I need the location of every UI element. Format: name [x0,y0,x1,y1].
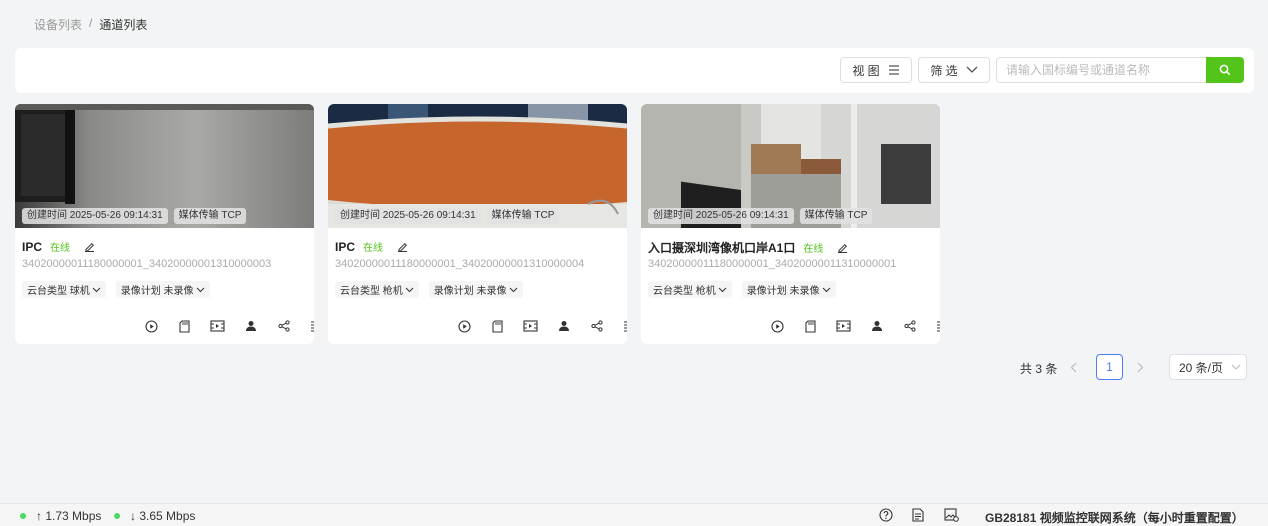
card-actions [761,318,940,334]
prev-page-button[interactable] [1070,362,1077,376]
chevron-left-icon [1070,362,1077,373]
list-icon [888,65,899,75]
user-icon[interactable] [234,318,267,334]
channel-name: IPC [22,239,43,254]
media-transport-tag: 媒体传输 TCP [173,208,247,224]
chevron-down-icon [92,287,101,292]
media-transport-tag: 媒体传输 TCP [799,208,873,224]
channel-card[interactable]: 创建时间 2025-05-26 09:14:31 媒体传输 TCP IPC 在线… [328,104,627,344]
breadcrumb-device-list[interactable]: 设备列表 [34,16,82,33]
chevron-down-icon [966,66,978,73]
chevron-down-icon [196,287,204,292]
created-time-tag: 创建时间 2025-05-26 09:14:31 [335,208,481,224]
record-plan-select[interactable]: 录像计划 未录像 [115,281,210,298]
channel-id: 34020000011180000001_3402000001131000000… [648,258,897,270]
video-record-icon[interactable] [514,318,547,334]
created-time-tag: 创建时间 2025-05-26 09:14:31 [22,208,168,224]
record-plan-label: 录像计划 未录像 [120,286,194,297]
help-icon[interactable] [879,508,893,525]
ptz-type-select[interactable]: 云台类型 枪机 [335,281,419,298]
record-plan-select[interactable]: 录像计划 未录像 [428,281,523,298]
breadcrumb-channel-list: 通道列表 [99,18,148,32]
channel-name: 入口摄深圳湾像机口岸A1口 [648,241,796,255]
sd-card-icon[interactable] [168,318,201,334]
share-icon[interactable] [580,318,613,334]
chevron-down-icon [1231,364,1241,370]
breadcrumb-separator: / [89,16,93,30]
details-icon[interactable] [613,318,627,334]
page-button-1[interactable]: 1 [1096,354,1123,380]
channel-name: IPC [335,239,356,254]
record-plan-label: 录像计划 未录像 [433,286,507,297]
breadcrumb: 设备列表 / 通道列表 [34,16,147,33]
toolbar: 视 图 筛 选 [15,48,1254,93]
user-icon[interactable] [860,318,893,334]
ptz-type-label: 云台类型 枪机 [653,286,716,297]
status-badge: 在线 [363,243,384,254]
channel-id: 34020000011180000001_3402000000131000000… [335,258,585,270]
upload-rate-text: ↑ 1.73 Mbps [36,509,102,523]
play-icon[interactable] [448,318,481,334]
channel-snapshot[interactable]: 创建时间 2025-05-26 09:14:31 媒体传输 TCP [328,104,627,228]
chevron-down-icon [509,287,517,292]
page-size-select[interactable]: 20 条/页 [1169,354,1247,380]
channel-id: 34020000011180000001_3402000000131000000… [22,258,272,270]
sd-card-icon[interactable] [481,318,514,334]
video-record-icon[interactable] [201,318,234,334]
ptz-type-label: 云台类型 球机 [27,286,90,297]
channel-card[interactable]: 创建时间 2025-05-26 09:14:31 媒体传输 TCP IPC 在线… [15,104,314,344]
play-icon[interactable] [761,318,794,334]
view-label: 视 图 [852,63,880,78]
card-actions [135,318,314,334]
chevron-down-icon [718,287,727,292]
play-icon[interactable] [135,318,168,334]
ptz-type-label: 云台类型 枪机 [340,286,403,297]
card-actions [448,318,627,334]
status-bar: ↑ 1.73 Mbps ↓ 3.65 Mbps GB28181 视频监控联网系统… [0,503,1268,526]
download-rate-text: ↓ 3.65 Mbps [130,509,196,523]
status-badge: 在线 [50,243,71,254]
edit-icon[interactable] [84,241,95,252]
filter-label: 筛 选 [930,63,958,78]
channel-card[interactable]: 创建时间 2025-05-26 09:14:31 媒体传输 TCP 入口摄深圳湾… [641,104,940,344]
channel-snapshot[interactable]: 创建时间 2025-05-26 09:14:31 媒体传输 TCP [15,104,314,228]
media-transport-tag: 媒体传输 TCP [486,208,560,224]
ptz-type-select[interactable]: 云台类型 枪机 [648,281,732,298]
status-dot [20,513,26,519]
created-time-tag: 创建时间 2025-05-26 09:14:31 [648,208,794,224]
search-button[interactable] [1206,57,1244,83]
details-icon[interactable] [300,318,314,334]
image-settings-icon[interactable] [944,508,959,525]
page-size-label: 20 条/页 [1179,360,1224,375]
search-icon [1219,64,1231,76]
edit-icon[interactable] [837,242,848,253]
edit-icon[interactable] [397,241,408,252]
chevron-right-icon [1137,362,1144,373]
record-plan-select[interactable]: 录像计划 未录像 [741,281,836,298]
share-icon[interactable] [267,318,300,334]
search-input[interactable] [996,57,1206,83]
filter-button[interactable]: 筛 选 [918,57,990,83]
document-icon[interactable] [912,508,924,525]
status-badge: 在线 [803,244,824,255]
pagination-total: 共 3 条 [1020,362,1058,376]
status-dot [114,513,120,519]
user-icon[interactable] [547,318,580,334]
download-rate: ↓ 3.65 Mbps [114,509,195,523]
channel-snapshot[interactable]: 创建时间 2025-05-26 09:14:31 媒体传输 TCP [641,104,940,228]
chevron-down-icon [822,287,830,292]
next-page-button[interactable] [1137,362,1144,376]
view-button[interactable]: 视 图 [840,57,912,83]
record-plan-label: 录像计划 未录像 [746,286,820,297]
ptz-type-select[interactable]: 云台类型 球机 [22,281,106,298]
share-icon[interactable] [893,318,926,334]
video-record-icon[interactable] [827,318,860,334]
upload-rate: ↑ 1.73 Mbps [20,509,101,523]
sd-card-icon[interactable] [794,318,827,334]
chevron-down-icon [405,287,414,292]
details-icon[interactable] [926,318,940,334]
system-title: GB28181 视频监控联网系统（每小时重置配置） [985,511,1244,525]
